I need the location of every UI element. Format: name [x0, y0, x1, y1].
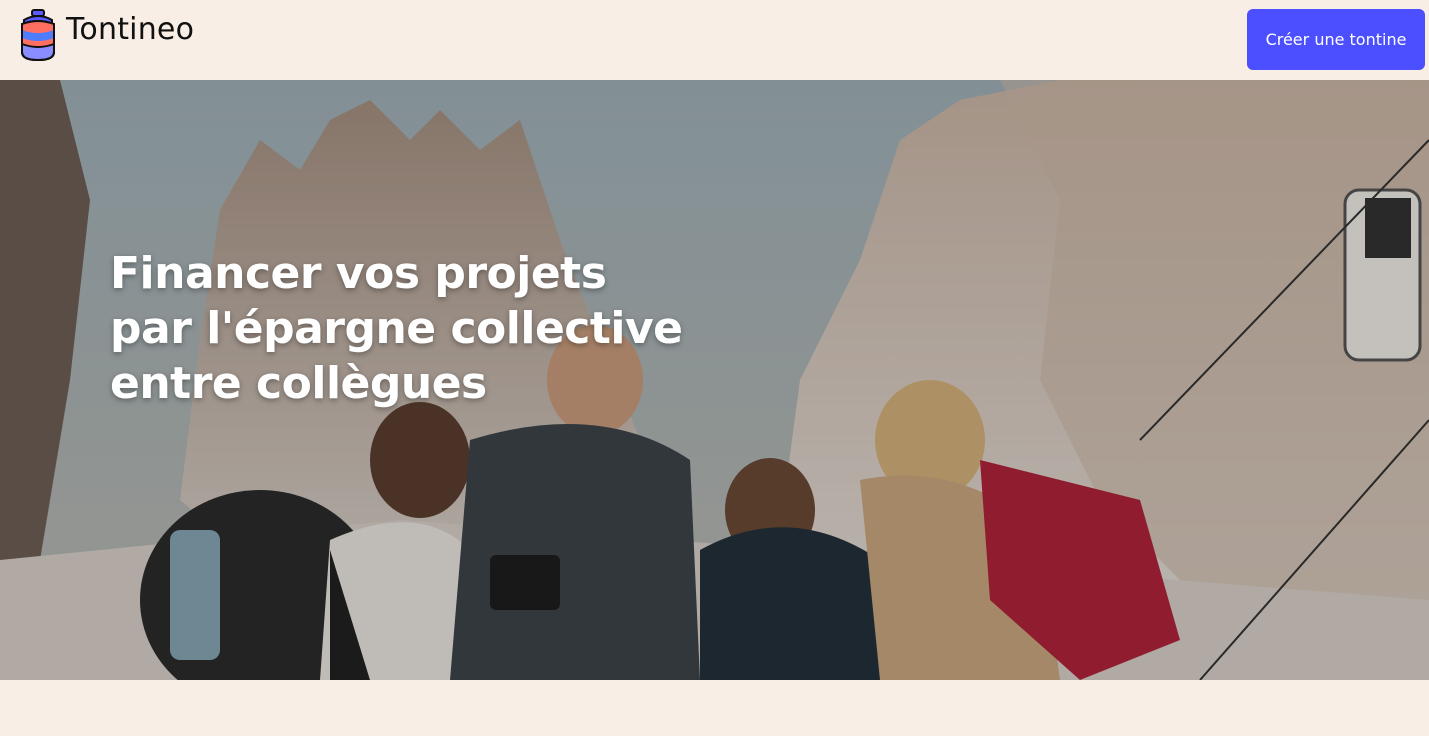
headline-line-1: Financer vos projets [110, 248, 607, 299]
brand-name: Tontineo [66, 11, 195, 47]
hero-banner: Financer vos projets par l'épargne colle… [0, 80, 1429, 680]
headline-line-2: par l'épargne collective [110, 303, 683, 354]
headline-line-3: entre collègues [110, 358, 487, 409]
create-tontine-button[interactable]: Créer une tontine [1247, 9, 1425, 70]
logo[interactable]: Tontineo [18, 8, 194, 62]
hero-headline: Financer vos projets par l'épargne colle… [110, 246, 730, 411]
page-section-below [0, 680, 1429, 736]
jar-icon [21, 9, 55, 62]
site-header: Tontineo Créer une tontine [0, 0, 1429, 80]
